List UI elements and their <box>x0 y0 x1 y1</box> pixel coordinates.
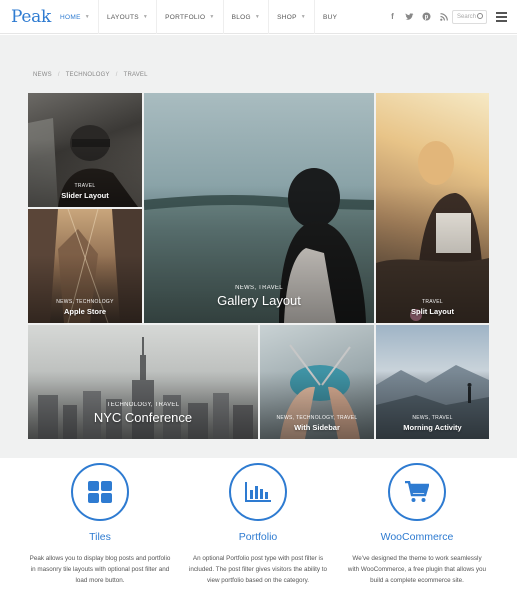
tile-title: Apple Store <box>63 307 107 316</box>
cart-icon <box>388 463 446 521</box>
tile-title: Morning Activity <box>403 423 462 432</box>
svg-text:p: p <box>425 15 429 21</box>
tile-title: Gallery Layout <box>217 293 301 308</box>
tile-category: NEWS, TRAVEL <box>412 415 453 421</box>
tile-split-layout[interactable]: TRAVEL Split Layout <box>376 93 489 323</box>
tile-title: Slider Layout <box>61 191 109 200</box>
tile-with-sidebar[interactable]: NEWS, TECHNOLOGY, TRAVEL With Sidebar <box>260 325 374 439</box>
tile-caption: NEWS, TECHNOLOGY Apple Store <box>28 299 142 316</box>
rss-icon[interactable] <box>439 11 448 22</box>
tile-caption: NEWS, TRAVEL Gallery Layout <box>144 285 374 308</box>
tile-slider-layout[interactable]: TRAVEL Slider Layout <box>28 93 142 207</box>
hamburger-menu-icon[interactable] <box>496 12 507 24</box>
tiles-icon <box>71 463 129 521</box>
nav-layouts[interactable]: LAYOUTS ▼ <box>97 0 156 34</box>
filter-travel[interactable]: TRAVEL <box>124 72 148 78</box>
nav-label: BUY <box>322 13 338 21</box>
feature-description: An optional Portfolio post type with pos… <box>188 555 328 584</box>
tile-category: NEWS, TECHNOLOGY <box>56 299 114 305</box>
tile-morning-activity[interactable]: NEWS, TRAVEL Morning Activity <box>376 325 489 439</box>
tile-title: NYC Conference <box>93 410 193 425</box>
search-placeholder: Search <box>457 14 477 20</box>
nav-label: PORTFOLIO <box>165 13 206 21</box>
feature-portfolio: Portfolio An optional Portfolio post typ… <box>173 463 343 586</box>
tile-nyc-conference[interactable]: TECHNOLOGY, TRAVEL NYC Conference <box>28 325 258 439</box>
feature-title: Portfolio <box>238 531 278 543</box>
filter-separator: / <box>57 72 60 78</box>
facebook-icon[interactable]: f <box>388 11 397 22</box>
tile-gallery-layout[interactable]: NEWS, TRAVEL Gallery Layout <box>144 93 374 323</box>
main-nav: HOME ▼ LAYOUTS ▼ PORTFOLIO ▼ BLOG ▼ SHOP ▼ BU… <box>52 0 345 34</box>
nav-blog[interactable]: BLOG ▼ <box>222 0 269 34</box>
chevron-down-icon: ▼ <box>300 14 306 20</box>
chevron-down-icon: ▼ <box>84 14 90 20</box>
search-icon <box>477 13 483 19</box>
tile-caption: TRAVEL Slider Layout <box>28 183 142 200</box>
feature-woocommerce: WooCommerce We've designed the theme to … <box>332 463 502 586</box>
site-logo[interactable]: Peak <box>11 7 51 27</box>
chevron-down-icon: ▼ <box>142 14 149 20</box>
filter-technology[interactable]: TECHNOLOGY <box>66 72 110 78</box>
feature-description: Peak allows you to display blog posts an… <box>29 555 171 584</box>
search-input[interactable]: Search <box>452 10 487 24</box>
filter-news[interactable]: NEWS <box>33 72 52 78</box>
nav-home[interactable]: HOME ▼ <box>52 0 98 34</box>
twitter-icon[interactable] <box>405 11 414 22</box>
filter-separator: / <box>115 72 118 78</box>
tile-category: NEWS, TECHNOLOGY, TRAVEL <box>276 415 358 421</box>
nav-label: LAYOUTS <box>106 13 139 21</box>
tile-caption: TRAVEL Split Layout <box>376 299 489 316</box>
nav-shop[interactable]: SHOP ▼ <box>268 0 314 34</box>
tile-title: With Sidebar <box>294 423 340 432</box>
chevron-down-icon: ▼ <box>209 14 215 20</box>
nav-portfolio[interactable]: PORTFOLIO ▼ <box>156 0 222 34</box>
category-filter: NEWS / TECHNOLOGY / TRAVEL <box>33 72 148 78</box>
nav-label: SHOP <box>277 13 297 21</box>
feature-tiles: Tiles Peak allows you to display blog po… <box>15 463 185 586</box>
tile-category: TRAVEL <box>422 299 443 305</box>
social-links: f p <box>388 11 448 22</box>
tile-category: TECHNOLOGY, TRAVEL <box>106 402 180 408</box>
feature-title: WooCommerce <box>380 531 454 543</box>
nav-buy[interactable]: BUY <box>313 0 345 34</box>
chevron-down-icon: ▼ <box>254 14 261 20</box>
tile-category: NEWS, TRAVEL <box>235 285 283 291</box>
nav-label: HOME <box>60 13 81 21</box>
tile-title: Split Layout <box>411 307 454 316</box>
tile-category: TRAVEL <box>74 183 96 189</box>
bar-chart-icon <box>229 463 287 521</box>
feature-description: We've designed the theme to work seamles… <box>347 555 487 584</box>
feature-title: Tiles <box>89 531 111 543</box>
tile-caption: TECHNOLOGY, TRAVEL NYC Conference <box>28 402 258 425</box>
tile-caption: NEWS, TRAVEL Morning Activity <box>376 415 489 432</box>
nav-label: BLOG <box>231 13 251 21</box>
tile-caption: NEWS, TECHNOLOGY, TRAVEL With Sidebar <box>260 415 374 432</box>
site-header: Peak HOME ▼ LAYOUTS ▼ PORTFOLIO ▼ BLOG ▼ SHO… <box>0 0 517 34</box>
tile-apple-store[interactable]: NEWS, TECHNOLOGY Apple Store <box>28 209 142 323</box>
pinterest-icon[interactable]: p <box>422 11 431 22</box>
